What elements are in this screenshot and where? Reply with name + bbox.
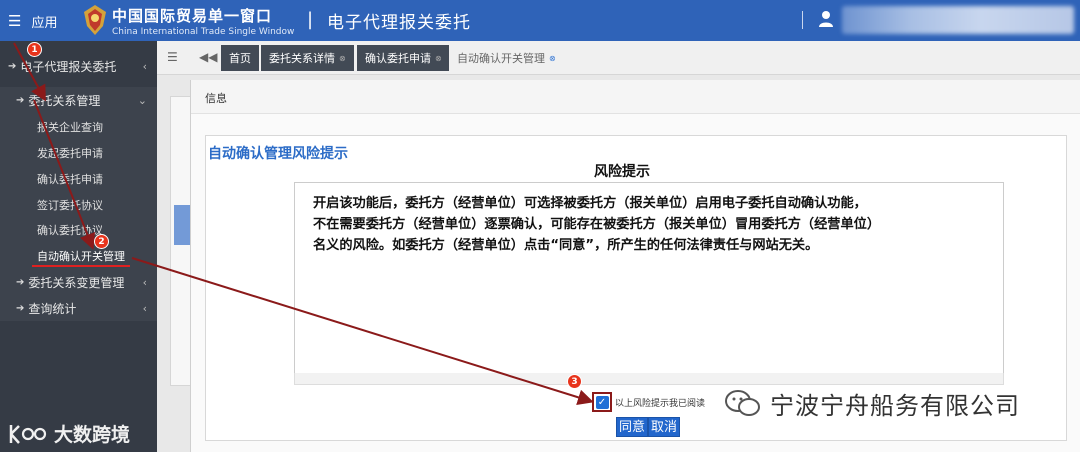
chevron-left-icon: ‹ [142, 59, 147, 73]
sidebar: ➔ 电子代理报关委托 ‹ ➔ 委托关系管理 ⌄ 报关企业查询 发起委托申请 确认… [0, 41, 157, 452]
sidebar-group-entrust-relations[interactable]: ➔ 委托关系管理 ⌄ [0, 87, 157, 113]
chevron-down-icon: ⌄ [137, 93, 147, 107]
watermark-left: 大数跨境 [8, 420, 130, 447]
menu-toggle-icon[interactable]: ☰ [167, 50, 178, 64]
read-confirm-label: 以上风险提示我已阅读 [615, 398, 706, 409]
tab-entrust-details[interactable]: 委托关系详情 ⊗ [261, 45, 354, 71]
active-item-underline [32, 265, 130, 267]
tab-bar: ☰ ◀◀ 首页 委托关系详情 ⊗ 确认委托申请 ⊗ 自动确认开关管理 ⊗ [157, 41, 1080, 75]
tab-home[interactable]: 首页 [221, 45, 259, 71]
sidebar-item-broker-query[interactable]: 报关企业查询 [37, 119, 103, 135]
tab-label: 首页 [229, 52, 251, 65]
close-icon[interactable]: ⊗ [339, 54, 346, 63]
close-icon[interactable]: ⊗ [435, 54, 442, 63]
sidebar-group-label: 委托关系变更管理 [28, 275, 125, 290]
sidebar-submenu [0, 113, 157, 269]
tab-scroll-left-icon[interactable]: ◀◀ [199, 50, 217, 64]
brand-name-cn: 中国国际贸易单一窗口 [112, 7, 273, 25]
watermark-right: 宁波宁舟船务有限公司 [724, 386, 1020, 421]
sidebar-item-e-agency[interactable]: ➔ 电子代理报关委托 ‹ [0, 53, 157, 79]
sign-in-icon: ➔ [16, 302, 25, 314]
horizontal-scrollbar[interactable] [294, 373, 1004, 385]
tab-label: 确认委托申请 [365, 52, 431, 65]
risk-text-line: 名义的风险。如委托方（经营单位）点击“同意”，所产生的任何法律责任与网站无关。 [313, 238, 819, 253]
title-separator: | [307, 9, 314, 30]
close-icon[interactable]: ⊗ [549, 54, 556, 63]
system-title: 电子代理报关委托 [327, 13, 471, 33]
watermark-right-text: 宁波宁舟船务有限公司 [770, 392, 1020, 420]
risk-text: 开启该功能后，委托方（经营单位）可选择被委托方（报关单位）启用电子委托自动确认功… [313, 193, 1003, 256]
chevron-left-icon: ‹ [142, 275, 147, 289]
risk-notice-title: 自动确认管理风险提示 [208, 146, 348, 162]
brand: 中国国际贸易单一窗口 China International Trade Sin… [112, 5, 294, 37]
cancel-button[interactable]: 取消 [648, 417, 681, 437]
risk-text-line: 开启该功能后，委托方（经营单位）可选择被委托方（报关单位）启用电子委托自动确认功… [313, 196, 867, 211]
sign-in-icon: ➔ [16, 94, 25, 106]
tab-confirm-request[interactable]: 确认委托申请 ⊗ [357, 45, 450, 71]
dialog-header: 信息 [191, 80, 1080, 114]
read-confirm-checkbox[interactable]: ✓ [595, 395, 609, 409]
dialog-header-title: 信息 [205, 92, 227, 105]
sidebar-group-relation-change[interactable]: ➔ 委托关系变更管理 ‹ [0, 269, 157, 295]
sidebar-item-auto-confirm-switch[interactable]: 自动确认开关管理 [37, 248, 125, 264]
risk-notice-subtitle: 风险提示 [594, 164, 650, 180]
step-badge-1: 1 [27, 42, 42, 57]
app-menu-button[interactable]: ☰ 应用 [8, 12, 58, 32]
tab-label: 委托关系详情 [269, 52, 335, 65]
tab-label: 自动确认开关管理 [457, 52, 545, 65]
sidebar-item-initiate-request[interactable]: 发起委托申请 [37, 145, 103, 161]
sign-in-icon: ➔ [8, 60, 17, 72]
wechat-icon [725, 389, 760, 416]
sidebar-item-sign-agreement[interactable]: 签订委托协议 [37, 197, 103, 213]
dashu-logo-icon [9, 424, 47, 444]
single-window-logo [84, 5, 106, 35]
hamburger-icon: ☰ [8, 12, 22, 30]
tab-auto-confirm-switch[interactable]: 自动确认开关管理 ⊗ [449, 45, 564, 71]
sidebar-item-label: 电子代理报关委托 [20, 59, 117, 74]
sidebar-item-confirm-request[interactable]: 确认委托申请 [37, 171, 103, 187]
brand-name-en: China International Trade Single Window [112, 27, 295, 37]
sidebar-item-confirm-agreement[interactable]: 确认委托协议 [37, 222, 103, 238]
risk-text-box[interactable]: 开启该功能后，委托方（经营单位）可选择被委托方（报关单位）启用电子委托自动确认功… [294, 182, 1004, 374]
agree-button[interactable]: 同意 [616, 417, 649, 437]
annotation-highlight-box: ✓ [592, 392, 612, 412]
user-icon[interactable] [818, 10, 834, 28]
sidebar-group-label: 委托关系管理 [28, 93, 101, 108]
read-confirm-row: ✓ 以上风险提示我已阅读 [592, 392, 705, 412]
user-info-blurred [842, 6, 1074, 34]
header-divider [802, 11, 803, 29]
step-badge-3: 3 [567, 374, 582, 389]
app-menu-label: 应用 [31, 16, 58, 31]
risk-text-line: 不在需要委托方（经营单位）逐票确认，可能存在被委托方（报关单位）冒用委托方（经营… [313, 217, 881, 232]
watermark-left-text: 大数跨境 [54, 424, 131, 446]
chevron-left-icon: ‹ [142, 301, 147, 315]
sign-in-icon: ➔ [16, 276, 25, 288]
sidebar-group-label: 查询统计 [28, 301, 77, 316]
top-header: ☰ 应用 中国国际贸易单一窗口 China International Trad… [0, 0, 1080, 41]
sidebar-group-statistics[interactable]: ➔ 查询统计 ‹ [0, 295, 157, 321]
step-badge-2: 2 [94, 234, 109, 249]
